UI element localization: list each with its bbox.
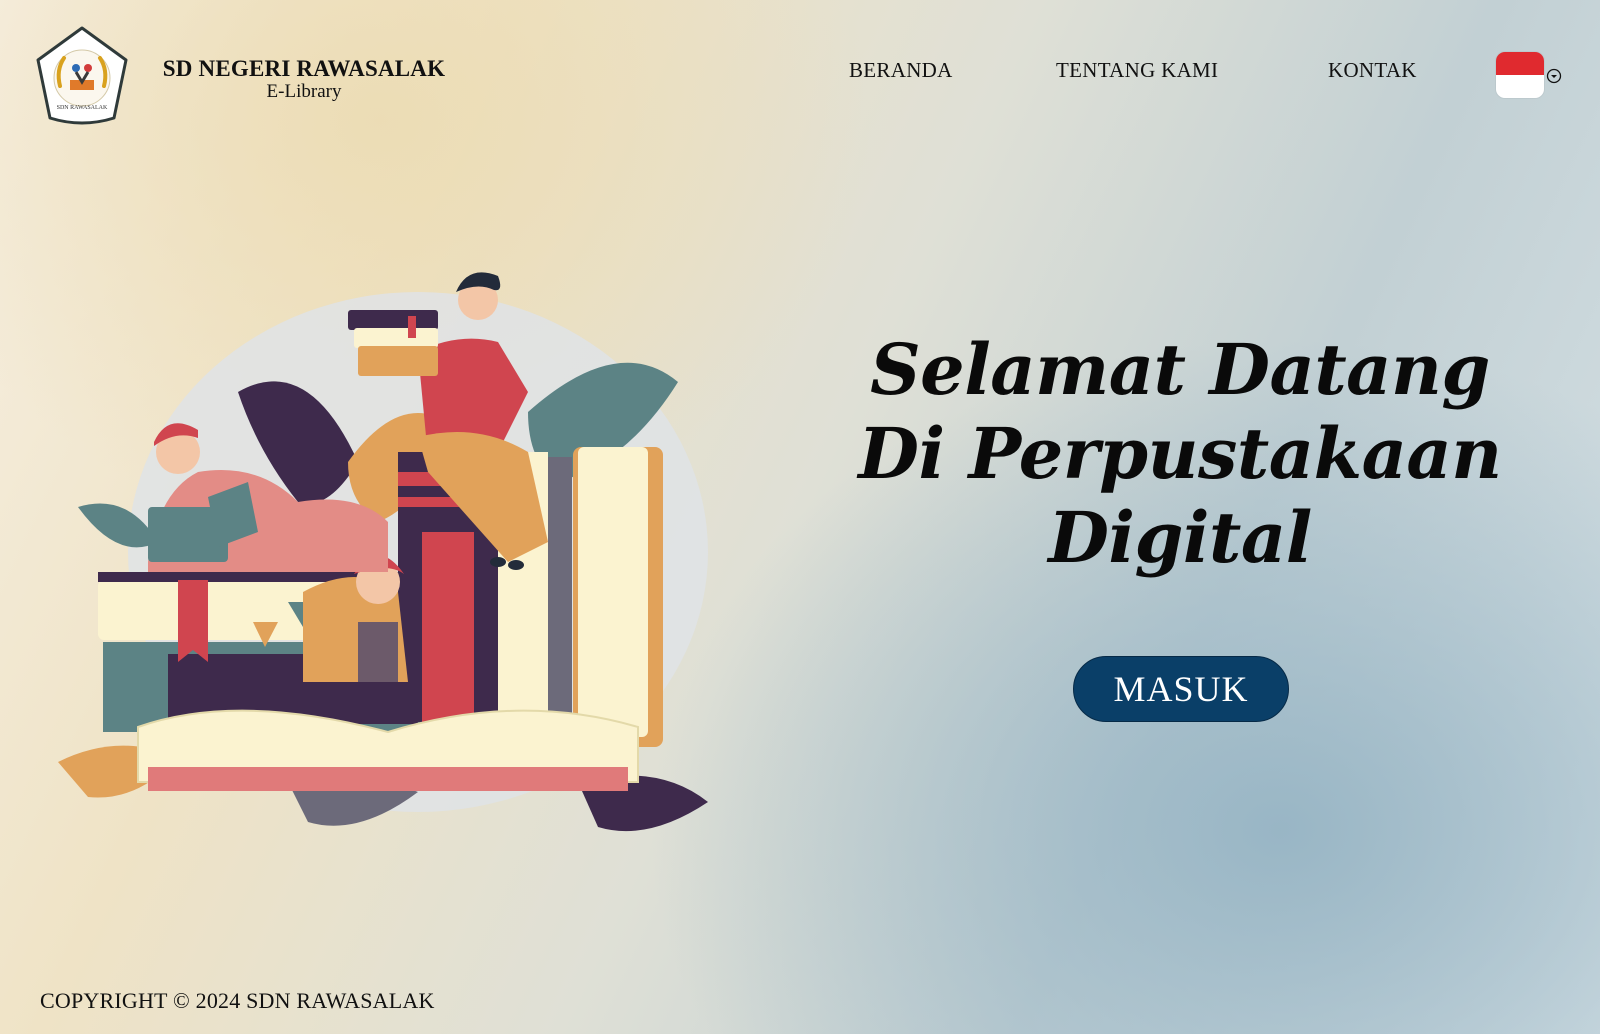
hero-title: Selamat Datang Di Perpustakaan Digital: [820, 328, 1540, 580]
people-reading-books-illustration: [58, 272, 708, 832]
top-header: SDN RAWASALAK SD NEGERI RAWASALAK E-Libr…: [0, 0, 1600, 140]
hero-title-line: Digital: [1048, 496, 1312, 579]
nav-kontak[interactable]: KONTAK: [1328, 58, 1417, 83]
nav-beranda[interactable]: BERANDA: [849, 58, 953, 83]
nav-tentang-kami[interactable]: TENTANG KAMI: [1056, 58, 1218, 83]
school-name: SD NEGERI RAWASALAK: [162, 56, 446, 81]
brand: SD NEGERI RAWASALAK E-Library: [152, 56, 456, 103]
chevron-down-circle-icon[interactable]: [1546, 68, 1562, 84]
hero-title-line: Selamat Datang: [870, 328, 1490, 411]
masuk-button[interactable]: MASUK: [1073, 656, 1289, 722]
site-subtitle: E-Library: [266, 81, 342, 102]
indonesia-flag-icon: [1496, 52, 1544, 98]
hero-title-line: Di Perpustakaan: [858, 412, 1502, 495]
language-selector[interactable]: [1496, 52, 1562, 100]
copyright-text: COPYRIGHT © 2024 SDN RAWASALAK: [40, 988, 435, 1013]
logo-text: SDN RAWASALAK: [57, 105, 108, 111]
school-emblem-icon[interactable]: SDN RAWASALAK: [30, 24, 134, 128]
